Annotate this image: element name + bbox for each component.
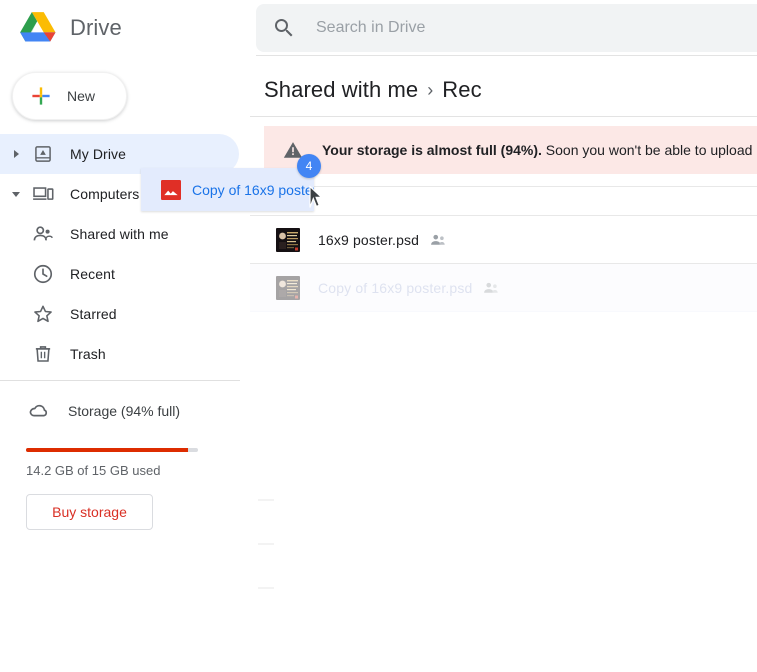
storage-header[interactable]: Storage (94% full) [0, 396, 250, 426]
breadcrumb-item-shared-with-me[interactable]: Shared with me [264, 77, 418, 103]
brand[interactable]: Drive [18, 8, 122, 48]
poster-thumbnail-icon [276, 275, 300, 300]
drag-count-badge: 4 [297, 154, 321, 178]
image-file-icon [161, 179, 181, 200]
sidebar-item-trash[interactable]: Trash [0, 334, 239, 374]
people-shared-icon [431, 234, 445, 245]
sidebar-divider [0, 380, 240, 381]
twisty-placeholder [4, 214, 28, 254]
twisty-placeholder [4, 334, 28, 374]
breadcrumb: Shared with me › Rec [264, 70, 482, 110]
arrow-cursor-icon [309, 185, 324, 208]
clock-icon [31, 262, 55, 286]
table-row[interactable]: 16x9 poster.psd [250, 216, 757, 264]
file-name: 16x9 poster.psd [318, 231, 420, 248]
chevron-down-icon[interactable] [4, 174, 28, 214]
file-list: 16x9 poster.psd Copy of 16x9 poster.psd [250, 216, 757, 312]
storage-meter [26, 448, 198, 452]
sidebar: New My Drive Computers Shared with me Re… [0, 56, 250, 672]
search-bar[interactable] [256, 4, 757, 52]
sidebar-item-label: Trash [70, 346, 106, 362]
sidebar-item-starred[interactable]: Starred [0, 294, 239, 334]
sidebar-item-shared-with-me[interactable]: Shared with me [0, 214, 239, 254]
shared-with-me-icon [31, 222, 55, 246]
plus-icon [32, 87, 50, 105]
drag-preview-chip: Copy of 16x9 poster [141, 168, 314, 211]
new-button[interactable]: New [12, 72, 127, 120]
search-icon [275, 19, 293, 37]
sidebar-item-label: My Drive [70, 146, 127, 162]
ghost-artifact [258, 587, 274, 589]
search-input[interactable] [316, 6, 757, 50]
star-icon [31, 302, 55, 326]
drive-app-window: Drive New [0, 0, 757, 672]
google-drive-logo-icon [20, 12, 56, 42]
storage-used-text: 14.2 GB of 15 GB used [26, 463, 161, 478]
ghost-artifact [258, 543, 274, 545]
breadcrumb-item-current[interactable]: Rec [442, 77, 481, 103]
banner-rest-text: Soon you won't be able to upload new fil… [545, 142, 757, 158]
storage-label: Storage (94% full) [68, 403, 181, 419]
breadcrumb-separator-icon: › [427, 79, 434, 100]
sidebar-item-label: Recent [70, 266, 115, 282]
twisty-placeholder [4, 294, 28, 334]
banner-text: Your storage is almost full (94%). Soon … [322, 142, 757, 158]
storage-warning-banner: Your storage is almost full (94%). Soon … [264, 126, 757, 174]
brand-title: Drive [70, 15, 122, 40]
sidebar-item-recent[interactable]: Recent [0, 254, 239, 294]
cloud-icon [29, 404, 48, 417]
banner-bottom-divider [250, 186, 757, 187]
sidebar-item-label: Computers [70, 186, 140, 202]
trash-icon [31, 342, 55, 366]
buy-storage-button[interactable]: Buy storage [26, 494, 153, 530]
banner-bold-text: Your storage is almost full (94%). [322, 142, 542, 158]
sidebar-item-label: Starred [70, 306, 117, 322]
poster-thumbnail-icon [276, 227, 300, 252]
drag-chip-label: Copy of 16x9 poster [192, 181, 314, 198]
computers-icon [31, 182, 55, 206]
my-drive-icon [31, 142, 55, 166]
people-shared-icon [484, 282, 499, 293]
file-name: Copy of 16x9 poster.psd [318, 279, 473, 296]
storage-section: Storage (94% full) 14.2 GB of 15 GB used… [0, 396, 250, 530]
twisty-placeholder [4, 254, 28, 294]
table-row[interactable]: Copy of 16x9 poster.psd [250, 264, 757, 312]
sidebar-item-label: Shared with me [70, 226, 169, 242]
top-bar: Drive [0, 0, 757, 56]
chevron-right-icon[interactable] [4, 134, 28, 174]
main-content: Shared with me › Rec Your storage is alm… [250, 56, 757, 672]
storage-meter-fill [26, 448, 188, 452]
ghost-artifact [258, 499, 274, 501]
new-button-label: New [67, 88, 96, 104]
main-header-divider [250, 116, 757, 117]
